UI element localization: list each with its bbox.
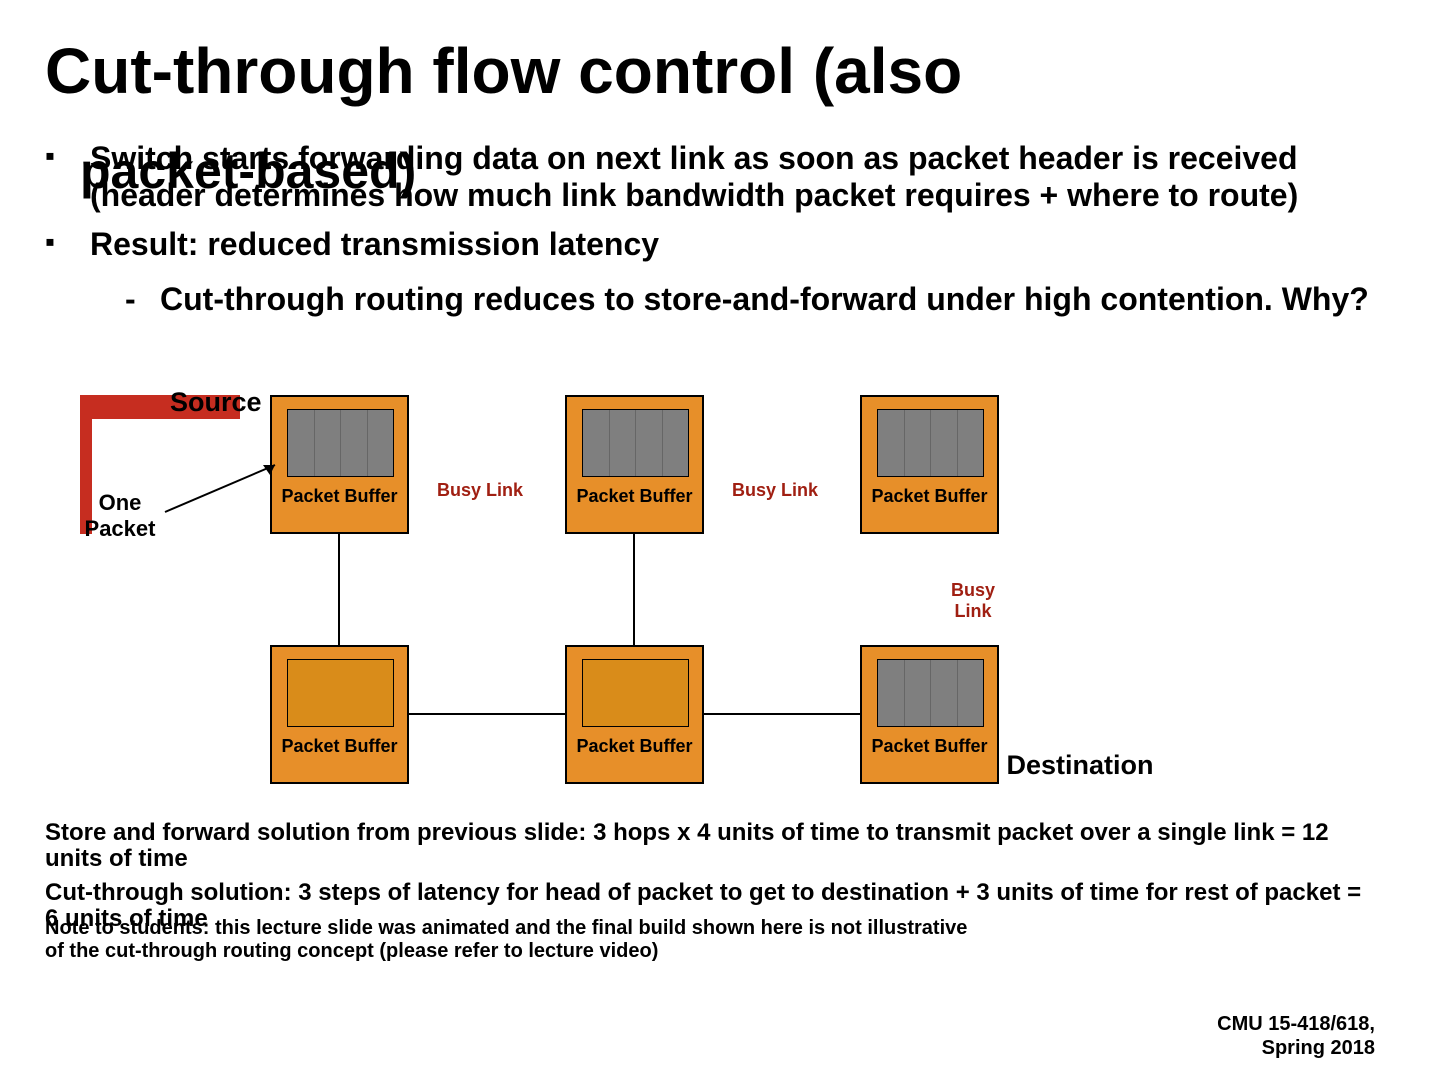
switch-0-2: Packet Buffer bbox=[860, 395, 999, 534]
busy-link-label-1: Busy Link bbox=[430, 480, 530, 501]
switch-0-0: Packet Buffer bbox=[270, 395, 409, 534]
bullet-1: Switch starts forwarding data on next li… bbox=[45, 140, 1395, 214]
switch-1-1: Packet Buffer bbox=[565, 645, 704, 784]
slide-footer: CMU 15-418/618, Spring 2018 bbox=[1217, 1012, 1375, 1060]
busy-link-label-3: Busy Link bbox=[943, 580, 1003, 622]
network-diagram: Packet Buffer Packet Buffer Packet Buffe… bbox=[80, 395, 1060, 805]
bullet-list: Switch starts forwarding data on next li… bbox=[45, 140, 1395, 318]
buffer-label: Packet Buffer bbox=[272, 487, 407, 505]
footer-line-1: CMU 15-418/618, bbox=[1217, 1012, 1375, 1036]
buffer-label: Packet Buffer bbox=[272, 737, 407, 755]
buffer-icon bbox=[287, 409, 394, 477]
sub-bullet-1: Cut-through routing reduces to store-and… bbox=[125, 281, 1395, 318]
source-label: Source bbox=[170, 387, 260, 418]
destination-label: Destination bbox=[1005, 750, 1155, 781]
one-packet-label: One Packet bbox=[80, 490, 160, 543]
footer-line-2: Spring 2018 bbox=[1217, 1036, 1375, 1060]
link-bottom-1 bbox=[405, 713, 565, 715]
footnote-1: Store and forward solution from previous… bbox=[45, 820, 1375, 873]
buffer-label: Packet Buffer bbox=[862, 487, 997, 505]
link-v-mid bbox=[633, 530, 635, 645]
slide: Cut-through flow control (also packet-ba… bbox=[0, 0, 1440, 318]
sub-bullet-list: Cut-through routing reduces to store-and… bbox=[125, 281, 1395, 318]
buffer-icon bbox=[877, 409, 984, 477]
buffer-label: Packet Buffer bbox=[862, 737, 997, 755]
buffer-icon bbox=[877, 659, 984, 727]
bullet-2: Result: reduced transmission latency Cut… bbox=[45, 226, 1395, 318]
bullet-2-text: Result: reduced transmission latency bbox=[90, 226, 659, 262]
buffer-empty-icon bbox=[582, 659, 689, 727]
busy-link-label-2: Busy Link bbox=[725, 480, 825, 501]
arrow-icon bbox=[160, 457, 260, 507]
buffer-empty-icon bbox=[287, 659, 394, 727]
slide-title: Cut-through flow control (also bbox=[45, 38, 1395, 105]
switch-0-1: Packet Buffer bbox=[565, 395, 704, 534]
link-v-left bbox=[338, 530, 340, 645]
student-note: Note to students: this lecture slide was… bbox=[45, 917, 975, 963]
buffer-icon bbox=[582, 409, 689, 477]
buffer-label: Packet Buffer bbox=[567, 487, 702, 505]
switch-1-2: Packet Buffer bbox=[860, 645, 999, 784]
switch-1-0: Packet Buffer bbox=[270, 645, 409, 784]
buffer-label: Packet Buffer bbox=[567, 737, 702, 755]
link-bottom-2 bbox=[700, 713, 860, 715]
